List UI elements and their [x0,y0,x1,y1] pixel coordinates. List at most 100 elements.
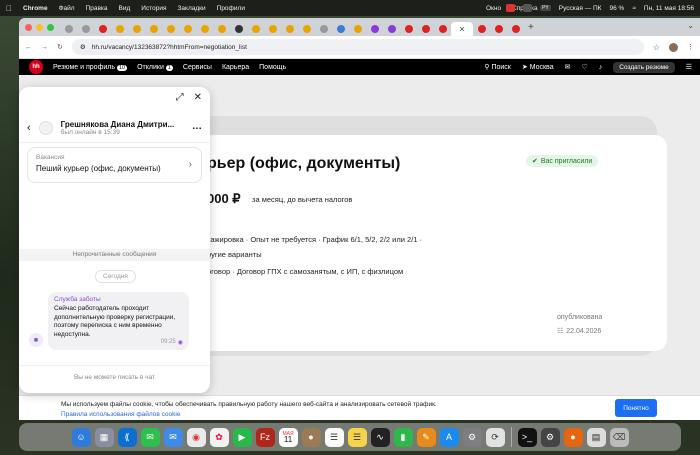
utility-app-icon[interactable]: ⟳ [485,427,505,447]
app-icon[interactable]: ⚙ [540,427,560,447]
address-bar[interactable]: ⚙ hh.ru/vacancy/132363872?hhtmFrom=negot… [71,39,644,55]
trash-icon[interactable]: ⌫ [609,427,629,447]
nav-career[interactable]: Карьера [222,64,249,71]
menu-view[interactable]: Вид [119,5,131,12]
status-app-icon[interactable] [523,4,533,12]
chrome-icon[interactable]: ◉ [186,427,206,447]
browser-tab[interactable] [128,22,145,36]
chat-icon[interactable]: ✉ [565,63,571,71]
close-icon[interactable]: ✕ [194,92,202,103]
menu-profiles[interactable]: Профили [217,5,245,12]
close-window-button[interactable] [25,23,32,31]
browser-tab[interactable] [298,22,315,36]
nav-search[interactable]: ⚲ Поиск [484,63,511,71]
browser-tab[interactable] [349,22,366,36]
status-app-icon[interactable] [506,4,516,12]
hh-logo[interactable]: hh [29,60,43,74]
reload-icon[interactable]: ↻ [57,43,63,51]
browser-tab[interactable] [332,22,349,36]
vscode-icon[interactable]: ⟪ [117,427,137,447]
calendar-icon[interactable]: МАЯ 11 [278,427,298,447]
url-text[interactable]: hh.ru/vacancy/132363872?hhtmFrom=negotia… [92,44,247,51]
wifi-icon[interactable]: ≈ [632,5,636,12]
new-tab-button[interactable]: + [528,22,534,33]
profile-avatar[interactable] [669,42,678,52]
tab-search-icon[interactable]: ⌄ [687,21,694,30]
browser-tab[interactable] [230,22,247,36]
menu-bookmarks[interactable]: Закладки [178,5,206,12]
keyboard-layout-icon[interactable]: PY [540,5,551,11]
browser-tab[interactable] [94,22,111,36]
notifications-bell-icon[interactable]: ♪ [599,64,603,71]
vacancy-link-card[interactable]: Вакансия Пеший курьер (офис, документы) … [27,147,202,183]
facetime-icon[interactable]: ▶ [232,427,252,447]
browser-tab[interactable] [111,22,128,36]
pages-icon[interactable]: ✎ [416,427,436,447]
minimize-window-button[interactable] [36,23,43,31]
browser-tab[interactable] [145,22,162,36]
nav-city[interactable]: ➤ Москва [522,63,554,71]
launchpad-icon[interactable]: ▦ [94,427,114,447]
browser-tab[interactable] [473,22,490,36]
browser-tab[interactable] [247,22,264,36]
forward-arrow-icon[interactable]: → [41,44,48,51]
browser-tab[interactable] [162,22,179,36]
browser-tab[interactable] [179,22,196,36]
downloads-icon[interactable]: ▤ [586,427,606,447]
browser-tab[interactable] [383,22,400,36]
battery-percent[interactable]: 96 % [609,5,624,12]
finder-icon[interactable]: ☺ [71,427,91,447]
clock[interactable]: Пн, 11 мая 18:56 [644,5,694,12]
menu-window[interactable]: Окно [486,5,501,12]
terminal-icon[interactable]: >_ [517,427,537,447]
apple-icon[interactable]:  [6,4,12,13]
create-resume-button[interactable]: Создать резюме [613,61,675,73]
browser-tab[interactable] [196,22,213,36]
browser-tab[interactable] [213,22,230,36]
zoom-window-button[interactable] [47,23,54,31]
site-info-icon[interactable]: ⚙ [80,43,86,51]
menu-app-name[interactable]: Chrome [23,5,48,12]
browser-tab[interactable] [400,22,417,36]
contacts-icon[interactable]: ● [301,427,321,447]
browser-tab[interactable] [315,22,332,36]
chrome-menu-icon[interactable]: ⋮ [687,43,694,51]
freeform-icon[interactable]: ∿ [370,427,390,447]
menu-edit[interactable]: Правка [86,5,108,12]
browser-tab[interactable] [77,22,94,36]
browser-tab[interactable] [366,22,383,36]
mail-icon[interactable]: ✉ [163,427,183,447]
nav-responses[interactable]: Отклики 1 [137,64,173,71]
nav-resume[interactable]: Резюме и профиль 10 [53,64,128,71]
back-arrow-icon[interactable]: ← [25,44,32,51]
tab-close-icon[interactable]: × [459,24,464,34]
nav-services[interactable]: Сервисы [183,64,212,71]
input-language[interactable]: Русская — ПК [559,5,602,12]
menu-hamburger-icon[interactable]: ☰ [686,63,692,71]
cookie-policy-link[interactable]: Правила использования файлов cookie [61,411,180,418]
favorites-heart-icon[interactable]: ♡ [581,63,587,71]
browser-tab[interactable] [417,22,434,36]
system-settings-icon[interactable]: ⚙ [462,427,482,447]
menu-history[interactable]: История [141,5,166,12]
reminders-icon[interactable]: ☰ [324,427,344,447]
messages-icon[interactable]: ✉ [140,427,160,447]
nav-help[interactable]: Помощь [259,64,286,71]
back-chevron-icon[interactable]: ‹ [27,122,31,134]
expand-icon[interactable]: ⤢ [176,92,184,103]
browser-tab[interactable] [490,22,507,36]
browser-tab[interactable] [281,22,298,36]
browser-tab[interactable] [264,22,281,36]
app-store-icon[interactable]: A [439,427,459,447]
numbers-icon[interactable]: ▮ [393,427,413,447]
browser-tab[interactable] [507,22,524,36]
browser-tab-active[interactable]: × [451,21,473,36]
menu-file[interactable]: Файл [59,5,75,12]
more-options-icon[interactable]: … [192,121,202,132]
notes-icon[interactable]: ☰ [347,427,367,447]
bookmark-star-icon[interactable]: ☆ [653,43,660,52]
duckduckgo-icon[interactable]: ● [563,427,583,447]
cookie-accept-button[interactable]: Понятно [615,399,657,417]
filezilla-icon[interactable]: Fz [255,427,275,447]
browser-tab[interactable] [434,22,451,36]
